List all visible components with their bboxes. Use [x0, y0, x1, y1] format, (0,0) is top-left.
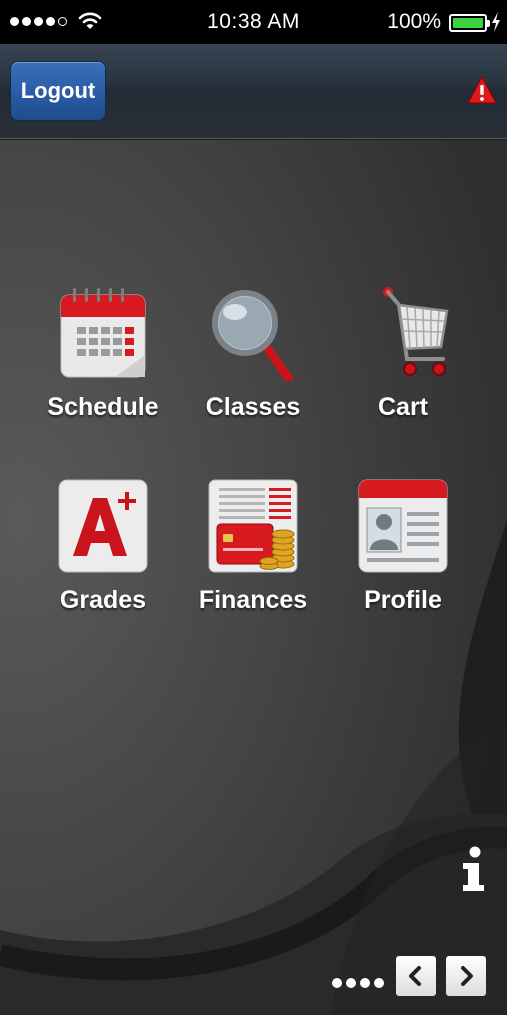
tile-label-finances: Finances — [198, 586, 308, 614]
grade-a-plus-icon — [55, 478, 151, 574]
battery-percent: 100% — [387, 10, 441, 33]
home-screen: 10:38 AM 100% Logout Schedule Classes Ca… — [0, 0, 507, 1015]
tile-label-grades: Grades — [59, 586, 147, 614]
shopping-cart-icon — [355, 285, 451, 381]
classes-tile[interactable]: Classes — [178, 285, 328, 445]
schedule-tile[interactable]: Schedule — [28, 285, 178, 445]
profile-tile[interactable]: Profile — [328, 478, 478, 638]
logout-button[interactable]: Logout — [10, 61, 106, 121]
calendar-icon — [55, 285, 151, 381]
navigation-bar: Logout — [0, 44, 507, 140]
page-indicator — [332, 978, 384, 988]
chevron-right-icon — [461, 966, 473, 986]
chevron-left-icon — [409, 966, 421, 986]
next-page-button[interactable] — [446, 956, 486, 996]
id-card-icon — [355, 478, 451, 574]
credit-card-coins-icon — [205, 478, 301, 574]
grades-tile[interactable]: Grades — [28, 478, 178, 638]
tile-label-cart: Cart — [377, 393, 428, 421]
previous-page-button[interactable] — [396, 956, 436, 996]
pager — [332, 956, 502, 998]
cart-tile[interactable]: Cart — [328, 285, 478, 445]
info-icon[interactable] — [458, 846, 488, 892]
finances-tile[interactable]: Finances — [178, 478, 328, 638]
tile-label-classes: Classes — [205, 393, 301, 421]
magnifier-icon — [205, 285, 301, 384]
tile-label-profile: Profile — [364, 586, 442, 614]
battery-icon — [449, 14, 490, 32]
tile-label-schedule: Schedule — [47, 393, 159, 421]
charging-bolt-icon — [492, 12, 500, 32]
warning-icon[interactable] — [467, 76, 497, 104]
status-bar: 10:38 AM 100% — [0, 0, 507, 44]
